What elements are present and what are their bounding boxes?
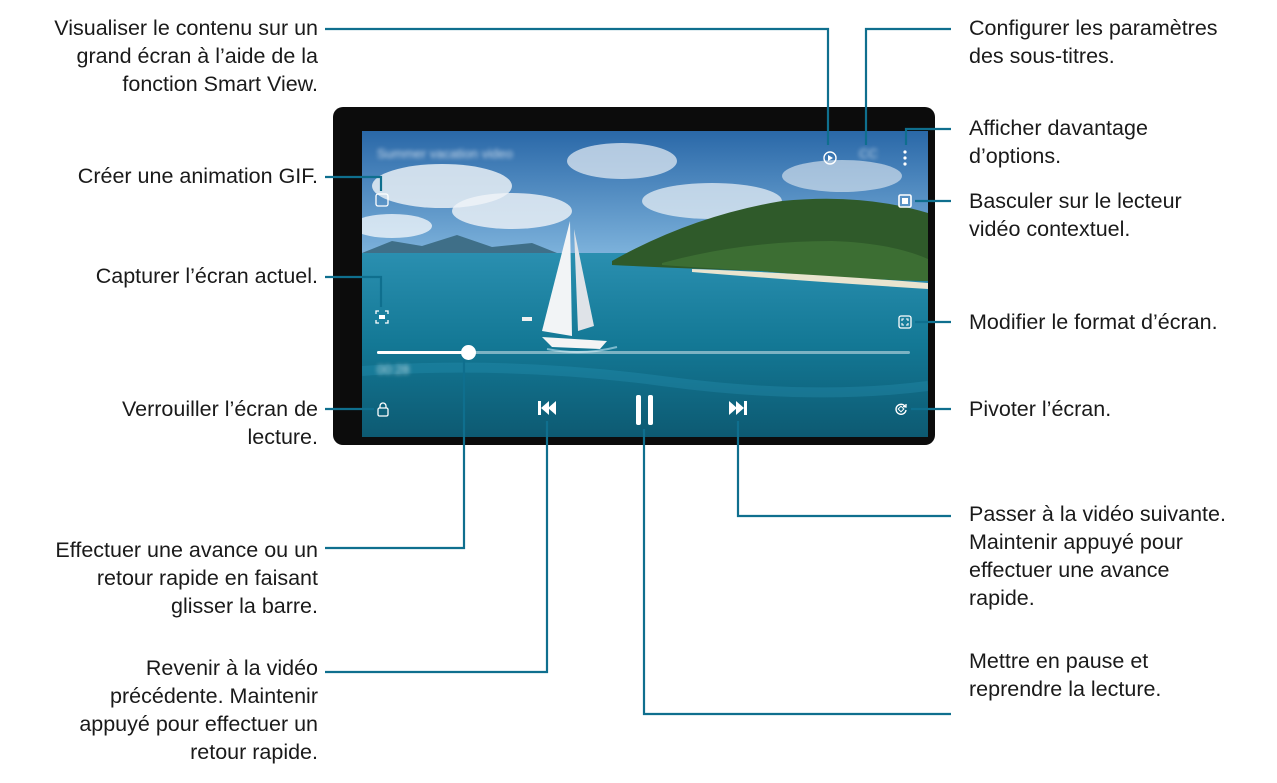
leader-next (736, 421, 951, 518)
leader-previous (325, 421, 549, 674)
leader-pause (642, 429, 951, 716)
leader-seek (325, 360, 466, 550)
leader-capture (325, 275, 383, 307)
callout-leader-lines (325, 27, 951, 716)
leader-gif (325, 175, 383, 191)
leader-smart-view (325, 27, 830, 145)
leader-more-options (904, 127, 951, 145)
leader-subtitles (864, 27, 951, 145)
